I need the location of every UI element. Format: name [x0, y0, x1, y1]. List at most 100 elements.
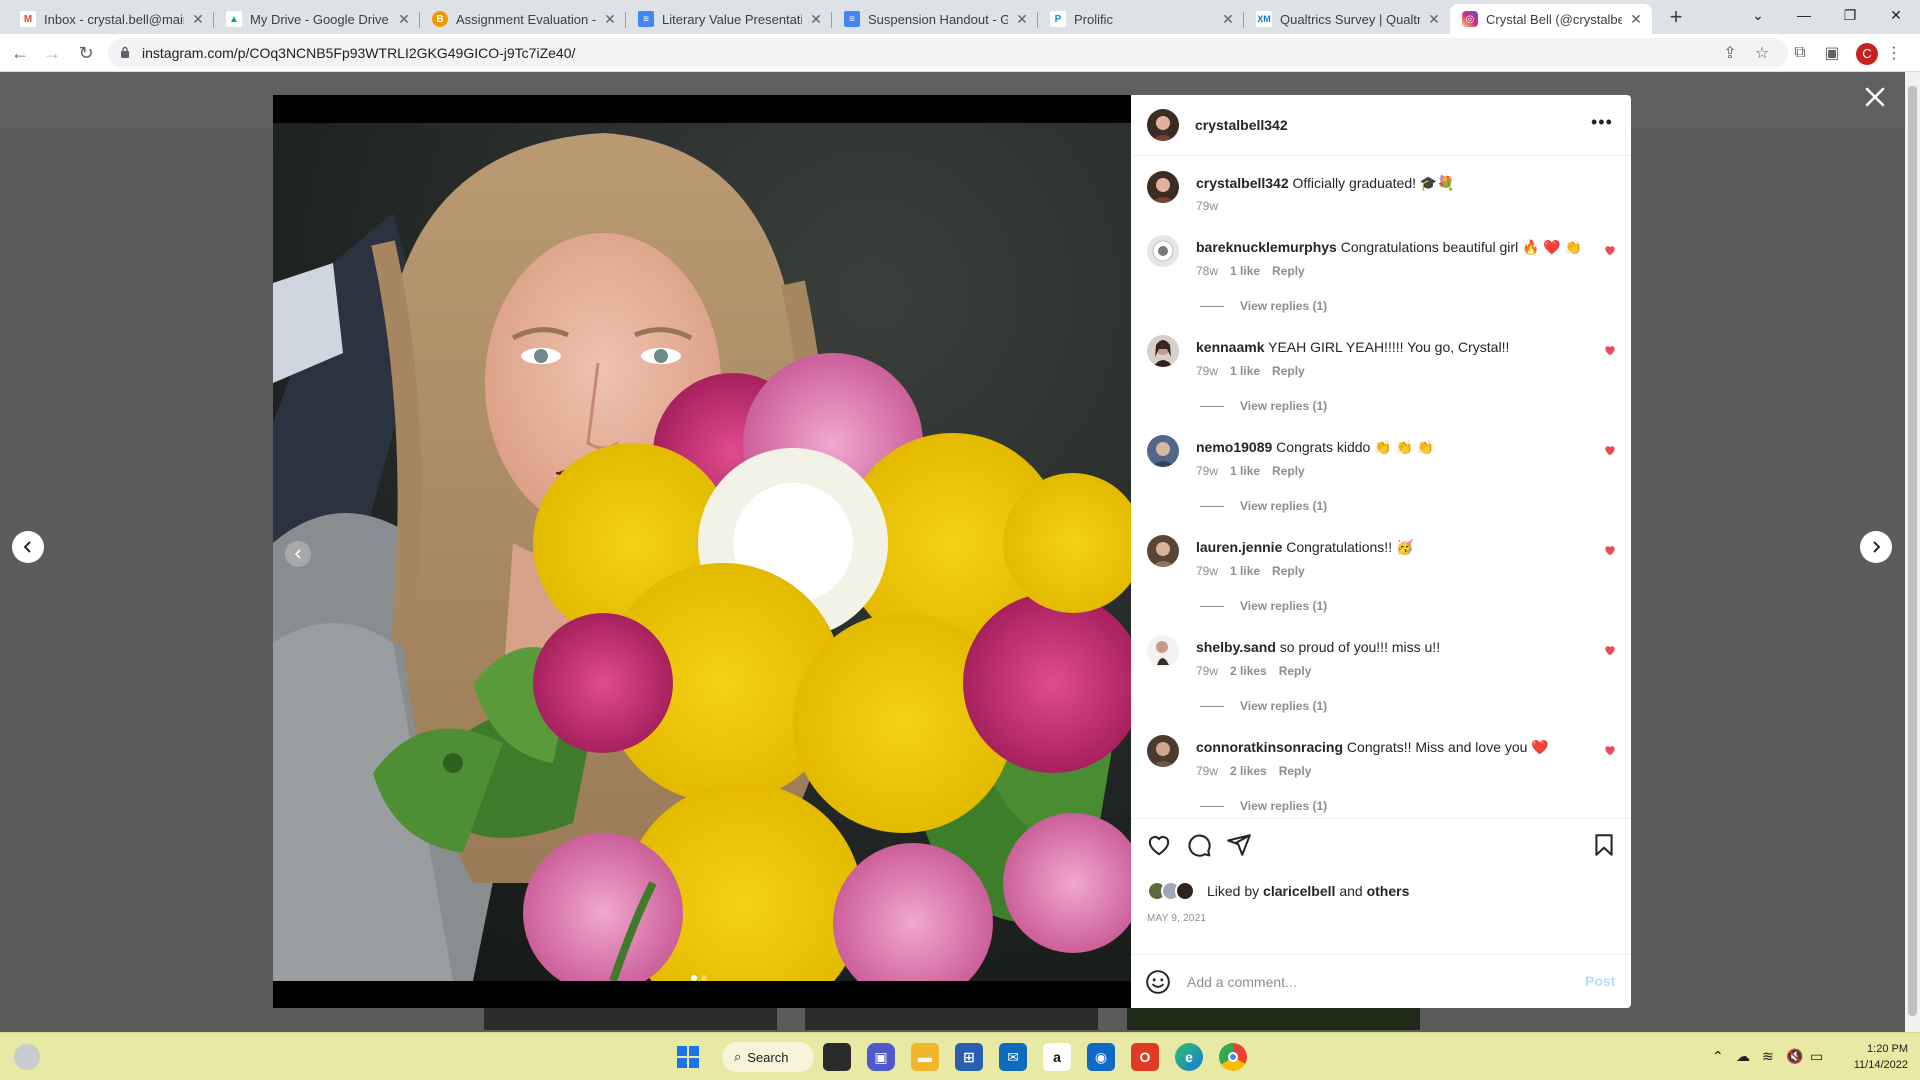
comment-likes[interactable]: 1 like	[1230, 564, 1260, 578]
onedrive-cloud-icon[interactable]: ☁	[1736, 1048, 1750, 1065]
comment-timestamp[interactable]: 78w	[1196, 264, 1218, 278]
comment-username[interactable]: lauren.jennie	[1196, 539, 1282, 555]
reply-button[interactable]: Reply	[1279, 764, 1312, 778]
comment-timestamp[interactable]: 79w	[1196, 564, 1218, 578]
comment-bubble-icon[interactable]	[1186, 832, 1212, 858]
scrollbar-thumb[interactable]	[1908, 86, 1917, 1016]
liked-by-others[interactable]: others	[1367, 883, 1410, 899]
save-bookmark-icon[interactable]	[1591, 832, 1617, 858]
caption-timestamp[interactable]: 79w	[1196, 199, 1218, 213]
reply-button[interactable]: Reply	[1279, 664, 1312, 678]
browser-tab[interactable]: ▲ My Drive - Google Drive ✕	[214, 4, 420, 34]
tab-close-icon[interactable]: ✕	[190, 11, 206, 28]
mail-icon[interactable]: ✉	[999, 1043, 1027, 1071]
volume-muted-icon[interactable]: 🔇	[1786, 1048, 1803, 1065]
avatar[interactable]	[1147, 109, 1179, 141]
taskbar-search[interactable]: ⌕ Search	[722, 1042, 814, 1072]
browser-tab[interactable]: ≡ Literary Value Presentation ✕	[626, 4, 832, 34]
tab-close-icon[interactable]: ✕	[1014, 11, 1030, 28]
profile-avatar[interactable]: C	[1856, 43, 1878, 65]
tab-close-icon[interactable]: ✕	[396, 11, 412, 28]
reply-button[interactable]: Reply	[1272, 564, 1305, 578]
window-close-icon[interactable]: ✕	[1873, 0, 1919, 30]
close-icon[interactable]	[1862, 84, 1888, 110]
avatar[interactable]	[1147, 535, 1179, 567]
more-options-icon[interactable]: •••	[1591, 113, 1615, 133]
back-arrow-icon[interactable]: ←	[8, 41, 32, 65]
tab-search-chevron-icon[interactable]: ⌄	[1735, 0, 1781, 30]
tab-close-icon[interactable]: ✕	[1220, 11, 1236, 28]
avatar[interactable]	[1147, 735, 1179, 767]
windows-start-icon[interactable]	[674, 1043, 702, 1071]
widgets-icon[interactable]	[14, 1044, 40, 1070]
chrome-browser-icon[interactable]	[1219, 1043, 1247, 1071]
reply-button[interactable]: Reply	[1272, 364, 1305, 378]
comment-likes[interactable]: 1 like	[1230, 364, 1260, 378]
photo-carousel-prev-button[interactable]	[285, 541, 311, 567]
wifi-icon[interactable]: ≋	[1762, 1048, 1774, 1065]
caption-username[interactable]: crystalbell342	[1196, 175, 1289, 191]
view-replies-button[interactable]: View replies (1)	[1200, 299, 1327, 313]
comment-username[interactable]: shelby.sand	[1196, 639, 1276, 655]
comment-username[interactable]: kennaamk	[1196, 339, 1264, 355]
post-comment-button[interactable]: Post	[1585, 973, 1615, 989]
avatar[interactable]	[1147, 171, 1179, 203]
browser-tab-active[interactable]: ◎ Crystal Bell (@crystalbell34 ✕	[1450, 4, 1652, 34]
comment-like-heart-icon[interactable]	[1603, 243, 1617, 257]
office-icon[interactable]: O	[1131, 1043, 1159, 1071]
comment-like-heart-icon[interactable]	[1603, 643, 1617, 657]
comment-username[interactable]: nemo19089	[1196, 439, 1272, 455]
tray-overflow-chevron-icon[interactable]: ⌃	[1712, 1048, 1724, 1065]
emoji-smiley-icon[interactable]	[1145, 969, 1171, 995]
comments-list[interactable]: crystalbell342 Officially graduated! 🎓💐 …	[1131, 157, 1631, 817]
avatar[interactable]	[1147, 435, 1179, 467]
app-icon[interactable]: ◉	[1087, 1043, 1115, 1071]
browser-tab[interactable]: ≡ Suspension Handout - Goo ✕	[832, 4, 1038, 34]
comment-timestamp[interactable]: 79w	[1196, 664, 1218, 678]
view-replies-button[interactable]: View replies (1)	[1200, 799, 1327, 813]
comment-like-heart-icon[interactable]	[1603, 443, 1617, 457]
avatar[interactable]	[1147, 235, 1179, 267]
reload-icon[interactable]: ↻	[74, 41, 98, 65]
comment-likes[interactable]: 2 likes	[1230, 764, 1267, 778]
forward-arrow-icon[interactable]: →	[40, 41, 64, 65]
view-replies-button[interactable]: View replies (1)	[1200, 599, 1327, 613]
view-replies-button[interactable]: View replies (1)	[1200, 399, 1327, 413]
edge-browser-icon[interactable]: e	[1175, 1043, 1203, 1071]
comment-like-heart-icon[interactable]	[1603, 343, 1617, 357]
teams-chat-icon[interactable]: ▣	[867, 1043, 895, 1071]
browser-tab[interactable]: P Prolific ✕	[1038, 4, 1244, 34]
taskbar-clock[interactable]: 1:20 PM 11/14/2022	[1842, 1041, 1908, 1073]
comment-timestamp[interactable]: 79w	[1196, 364, 1218, 378]
comment-like-heart-icon[interactable]	[1603, 743, 1617, 757]
comment-likes[interactable]: 2 likes	[1230, 664, 1267, 678]
previous-post-button[interactable]	[12, 531, 44, 563]
liked-by-avatars[interactable]	[1147, 881, 1201, 901]
browser-tab[interactable]: XM Qualtrics Survey | Qualtrics ✕	[1244, 4, 1450, 34]
avatar[interactable]	[1147, 635, 1179, 667]
extensions-puzzle-icon[interactable]: ⧉	[1790, 43, 1810, 63]
add-comment-input[interactable]	[1187, 971, 1567, 993]
tab-close-icon[interactable]: ✕	[808, 11, 824, 28]
avatar[interactable]	[1147, 335, 1179, 367]
view-replies-button[interactable]: View replies (1)	[1200, 499, 1327, 513]
like-heart-icon[interactable]	[1146, 832, 1172, 858]
file-explorer-icon[interactable]: ▬	[911, 1043, 939, 1071]
amazon-icon[interactable]: a	[1043, 1043, 1071, 1071]
post-author-username[interactable]: crystalbell342	[1195, 117, 1288, 133]
share-icon[interactable]: ⇪	[1720, 43, 1740, 63]
minimize-icon[interactable]: —	[1781, 0, 1827, 30]
post-date[interactable]: MAY 9, 2021	[1147, 913, 1206, 924]
liked-by-user[interactable]: claricelbell	[1263, 883, 1335, 899]
browser-tab[interactable]: B Assignment Evaluation - M ✕	[420, 4, 626, 34]
microsoft-store-icon[interactable]: ⊞	[955, 1043, 983, 1071]
share-paper-plane-icon[interactable]	[1226, 832, 1252, 858]
new-tab-button[interactable]: +	[1664, 6, 1688, 30]
post-photo[interactable]	[273, 95, 1131, 1008]
comment-timestamp[interactable]: 79w	[1196, 764, 1218, 778]
tab-close-icon[interactable]: ✕	[1426, 11, 1442, 28]
comment-timestamp[interactable]: 79w	[1196, 464, 1218, 478]
battery-icon[interactable]: ▭	[1810, 1048, 1823, 1065]
reply-button[interactable]: Reply	[1272, 264, 1305, 278]
tab-close-icon[interactable]: ✕	[1628, 11, 1644, 28]
